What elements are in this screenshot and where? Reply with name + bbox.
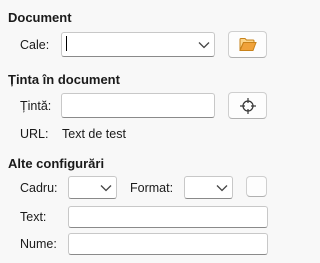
name-input[interactable]	[68, 233, 268, 255]
frame-input[interactable]	[69, 177, 96, 198]
url-value: Text de test	[62, 127, 126, 141]
format-combobox[interactable]	[184, 176, 233, 199]
frame-dropdown-button[interactable]	[96, 177, 116, 198]
crosshair-icon	[239, 97, 256, 114]
name-label: Nume:	[20, 237, 57, 251]
format-input[interactable]	[185, 177, 212, 198]
target-picker-button[interactable]	[228, 92, 267, 119]
chevron-down-icon	[100, 184, 112, 191]
format-label: Format:	[130, 181, 174, 195]
target-section-title: Ținta în document	[8, 72, 120, 87]
path-dropdown-button[interactable]	[194, 33, 214, 56]
text-input[interactable]	[68, 206, 268, 228]
document-section-title: Document	[8, 10, 72, 25]
chevron-down-icon	[216, 184, 228, 191]
folder-open-icon	[238, 38, 257, 51]
events-button[interactable]	[246, 176, 267, 197]
text-label: Text:	[20, 210, 47, 224]
chevron-down-icon	[198, 41, 210, 48]
url-label: URL:	[20, 127, 49, 141]
frame-label: Cadru:	[20, 181, 58, 195]
target-label: Țintă:	[20, 99, 52, 113]
other-settings-section-title: Alte configurări	[8, 156, 105, 171]
frame-combobox[interactable]	[68, 176, 117, 199]
format-dropdown-button[interactable]	[212, 177, 232, 198]
open-file-button[interactable]	[228, 31, 267, 58]
target-input[interactable]	[61, 93, 215, 118]
path-label: Cale:	[20, 38, 50, 52]
text-caret	[66, 36, 67, 51]
path-combobox[interactable]	[61, 32, 215, 57]
path-input[interactable]	[62, 33, 194, 56]
